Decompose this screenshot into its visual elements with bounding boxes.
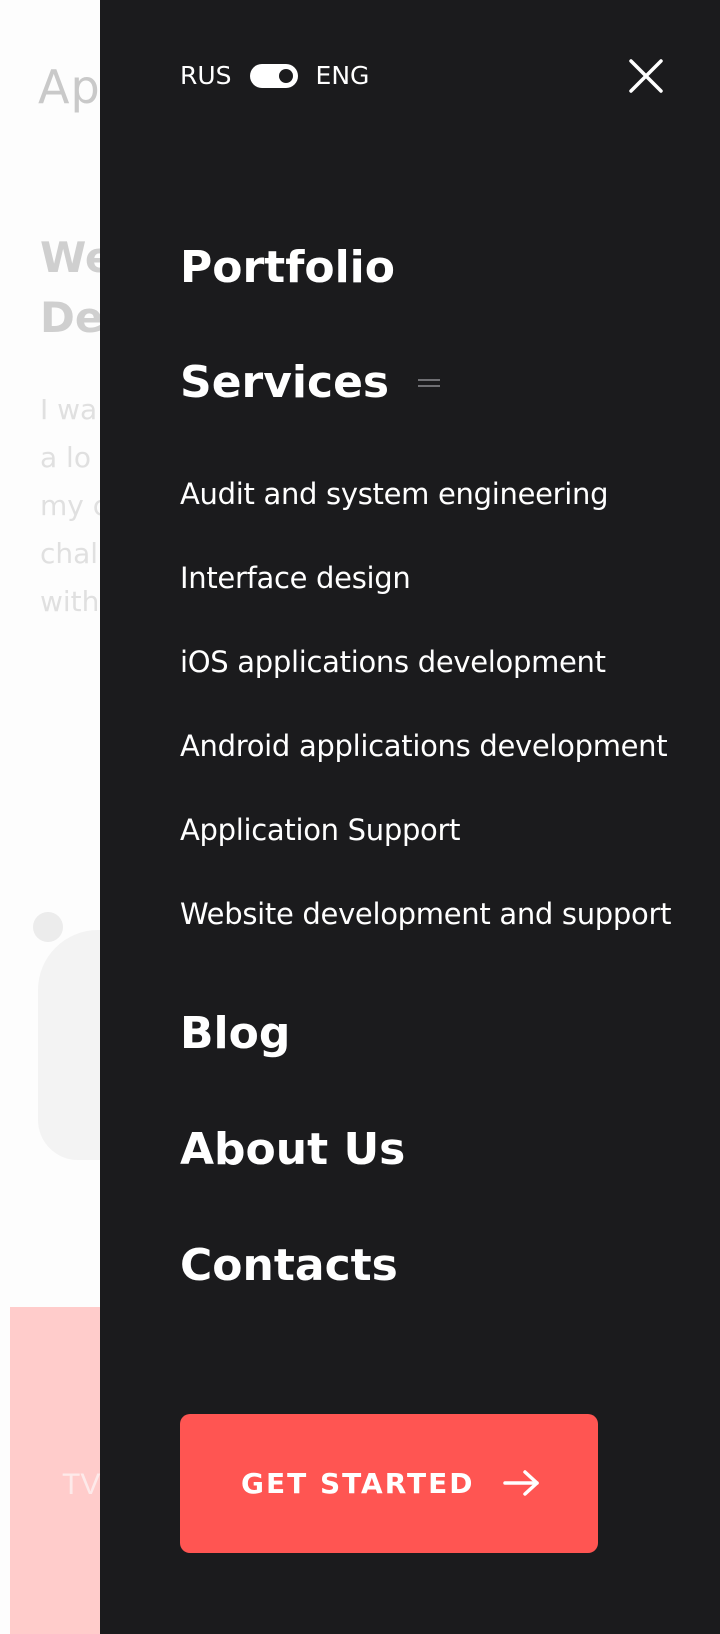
get-started-label: GET STARTED xyxy=(241,1467,475,1500)
language-option-eng[interactable]: ENG xyxy=(316,56,370,96)
arrow-right-icon xyxy=(502,1468,542,1498)
submenu-item-support[interactable]: Application Support xyxy=(180,810,461,850)
get-started-button[interactable]: GET STARTED xyxy=(180,1414,598,1553)
submenu-item-ios[interactable]: iOS applications development xyxy=(180,642,606,682)
submenu-item-website[interactable]: Website development and support xyxy=(180,894,671,934)
close-icon xyxy=(629,59,663,93)
close-button[interactable] xyxy=(624,54,668,98)
language-toggle[interactable] xyxy=(249,64,298,88)
submenu-item-android[interactable]: Android applications development xyxy=(180,726,668,766)
menu-item-blog[interactable]: Blog xyxy=(180,1006,290,1062)
background-logo: Ap xyxy=(38,60,101,114)
navigation-drawer: RUS ENG Portfolio Services Audit and sys… xyxy=(100,0,720,1634)
language-option-rus[interactable]: RUS xyxy=(180,56,232,96)
toggle-knob xyxy=(278,69,293,83)
menu-item-contacts[interactable]: Contacts xyxy=(180,1238,398,1294)
background-illustration-dot xyxy=(33,912,63,942)
menu-item-services[interactable]: Services xyxy=(180,355,389,411)
background-banner-text: TV xyxy=(62,1468,101,1501)
language-switcher: RUS ENG xyxy=(180,56,369,96)
submenu-item-audit[interactable]: Audit and system engineering xyxy=(180,474,609,514)
menu-item-portfolio[interactable]: Portfolio xyxy=(180,240,395,296)
collapse-icon[interactable] xyxy=(418,379,440,391)
submenu-item-interface-design[interactable]: Interface design xyxy=(180,558,411,598)
menu-item-about-us[interactable]: About Us xyxy=(180,1122,405,1178)
